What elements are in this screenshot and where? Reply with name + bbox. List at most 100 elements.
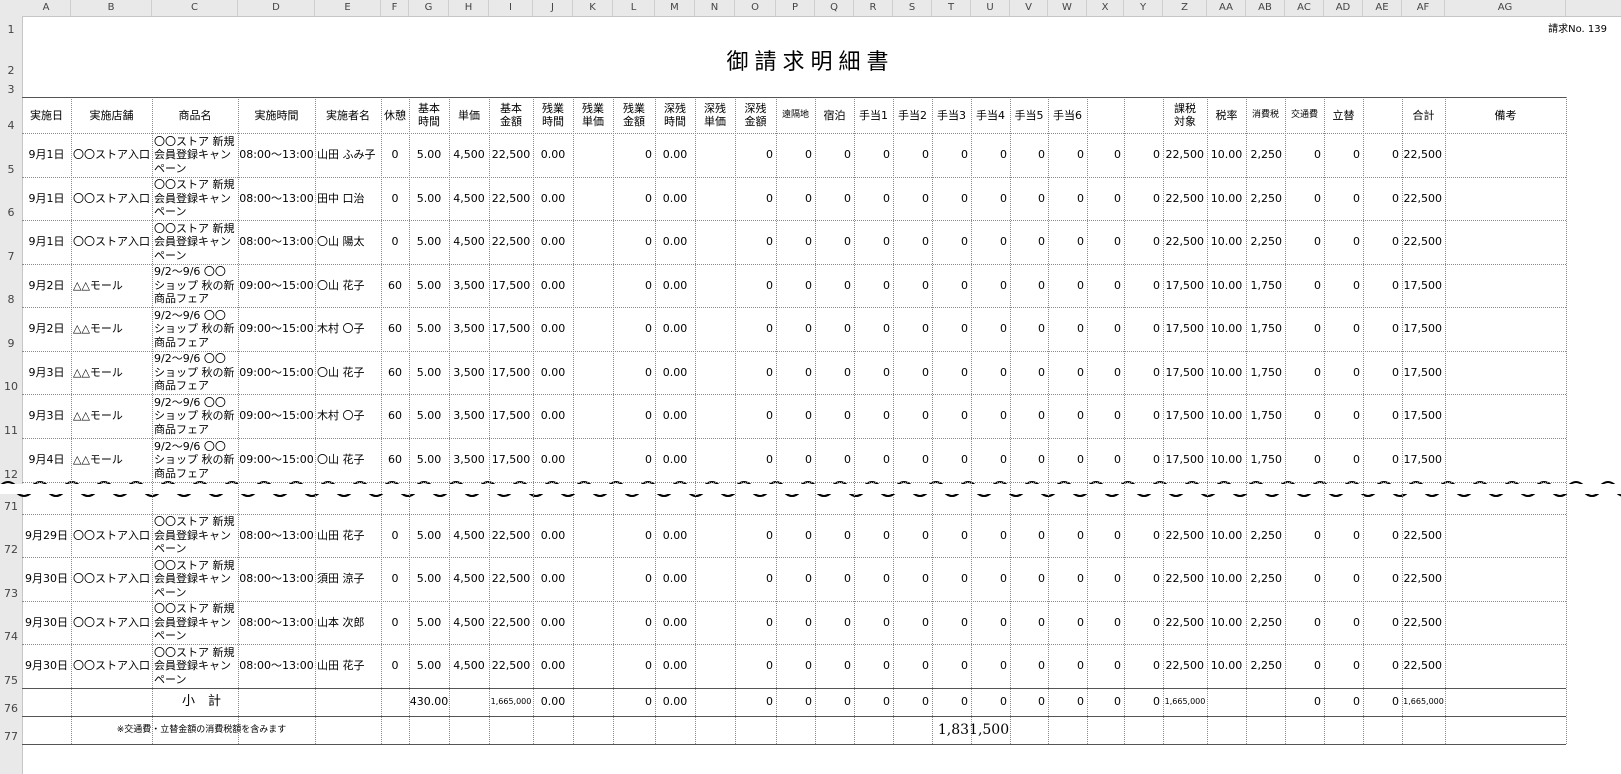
amount-cell[interactable]: 0: [893, 133, 932, 177]
tax-rate-cell[interactable]: 10.00: [1207, 394, 1246, 438]
advance-cell[interactable]: 0: [1324, 557, 1363, 601]
advance-cell[interactable]: 0: [1324, 394, 1363, 438]
amount-cell[interactable]: 0: [776, 394, 815, 438]
advance-cell[interactable]: 0: [1324, 133, 1363, 177]
amount-cell[interactable]: 0: [1010, 307, 1048, 351]
row-number-9[interactable]: 9: [0, 337, 22, 350]
header-unit-price[interactable]: 単価: [449, 97, 489, 133]
subtotal-taxable[interactable]: 1,665,000: [1163, 688, 1207, 716]
amount-cell[interactable]: 0: [1010, 557, 1048, 601]
advance-cell[interactable]: 0: [1324, 177, 1363, 220]
ot-hours-cell[interactable]: 0.00: [533, 220, 573, 264]
night-hours-cell[interactable]: 0.00: [655, 220, 695, 264]
hours-cell[interactable]: 5.00: [409, 307, 449, 351]
amount-cell[interactable]: 0: [1048, 601, 1087, 644]
subtotal-transport[interactable]: 0: [1285, 688, 1324, 716]
column-letter-g[interactable]: G: [409, 0, 449, 16]
store-cell[interactable]: 〇〇ストア入口: [71, 644, 152, 688]
price-cell[interactable]: 4,500: [449, 557, 489, 601]
column-letter-e[interactable]: E: [315, 0, 381, 16]
header-remote[interactable]: 遠隔地: [776, 97, 815, 133]
amount-cell[interactable]: 0: [1087, 438, 1124, 482]
ot-hours-cell[interactable]: 0.00: [533, 601, 573, 644]
column-letter-h[interactable]: H: [449, 0, 489, 16]
advance-cell[interactable]: 0: [1324, 644, 1363, 688]
amount-cell[interactable]: 0: [971, 177, 1010, 220]
tax-cell[interactable]: 2,250: [1246, 601, 1285, 644]
amount-cell[interactable]: 0: [1048, 220, 1087, 264]
base-amount-cell[interactable]: 17,500: [489, 438, 533, 482]
header-night-amount[interactable]: 深残 金額: [735, 97, 776, 133]
rest-cell[interactable]: 0: [381, 601, 409, 644]
amount-cell[interactable]: 0: [971, 601, 1010, 644]
store-cell[interactable]: △△モール: [71, 307, 152, 351]
amount-cell[interactable]: 0: [893, 438, 932, 482]
amount-cell[interactable]: 0: [971, 514, 1010, 557]
extra-cell[interactable]: 0: [1363, 557, 1402, 601]
time-cell[interactable]: 09:00〜15:00: [238, 394, 315, 438]
base-amount-cell[interactable]: 22,500: [489, 557, 533, 601]
amount-cell[interactable]: 0: [815, 307, 854, 351]
taxable-cell[interactable]: 17,500: [1163, 394, 1207, 438]
amount-cell[interactable]: 0: [1048, 394, 1087, 438]
date-cell[interactable]: 9月30日: [22, 557, 71, 601]
amount-cell[interactable]: 0: [1048, 557, 1087, 601]
amount-cell[interactable]: 0: [735, 438, 776, 482]
store-cell[interactable]: 〇〇ストア入口: [71, 514, 152, 557]
subtotal-ot-amount[interactable]: 0: [613, 688, 655, 716]
amount-cell[interactable]: 0: [1087, 133, 1124, 177]
header-consumption-tax[interactable]: 消費税: [1246, 97, 1285, 133]
taxable-cell[interactable]: 17,500: [1163, 438, 1207, 482]
price-cell[interactable]: 4,500: [449, 177, 489, 220]
advance-cell[interactable]: 0: [1324, 220, 1363, 264]
ot-amount-cell[interactable]: 0: [613, 351, 655, 394]
amount-cell[interactable]: 0: [1010, 351, 1048, 394]
ot-amount-cell[interactable]: 0: [613, 438, 655, 482]
header-ot-hours[interactable]: 残業 時間: [533, 97, 573, 133]
amount-cell[interactable]: 0: [735, 601, 776, 644]
product-cell[interactable]: 9/2〜9/6 〇〇 ショップ 秋の新 商品フェア: [152, 264, 238, 307]
header-store[interactable]: 実施店舗: [71, 97, 152, 133]
header-notes[interactable]: 備考: [1445, 97, 1566, 133]
header-base-amount[interactable]: 基本 金額: [489, 97, 533, 133]
rest-cell[interactable]: 60: [381, 394, 409, 438]
amount-cell[interactable]: 0: [854, 351, 893, 394]
column-letter-m[interactable]: M: [655, 0, 695, 16]
ot-hours-cell[interactable]: 0.00: [533, 514, 573, 557]
transport-cell[interactable]: 0: [1285, 220, 1324, 264]
taxable-cell[interactable]: 22,500: [1163, 133, 1207, 177]
row-number-3[interactable]: 3: [0, 83, 22, 96]
extra-cell[interactable]: 0: [1363, 264, 1402, 307]
product-cell[interactable]: 〇〇ストア 新規 会員登録キャン ペーン: [152, 557, 238, 601]
store-cell[interactable]: △△モール: [71, 394, 152, 438]
date-cell[interactable]: 9月29日: [22, 514, 71, 557]
column-letter-r[interactable]: R: [854, 0, 893, 16]
base-amount-cell[interactable]: 22,500: [489, 177, 533, 220]
amount-cell[interactable]: 0: [932, 307, 971, 351]
hours-cell[interactable]: 5.00: [409, 557, 449, 601]
tax-rate-cell[interactable]: 10.00: [1207, 557, 1246, 601]
amount-cell[interactable]: 0: [854, 220, 893, 264]
ot-hours-cell[interactable]: 0.00: [533, 264, 573, 307]
time-cell[interactable]: 09:00〜15:00: [238, 351, 315, 394]
tax-rate-cell[interactable]: 10.00: [1207, 133, 1246, 177]
taxable-cell[interactable]: 22,500: [1163, 644, 1207, 688]
ot-hours-cell[interactable]: 0.00: [533, 133, 573, 177]
advance-cell[interactable]: 0: [1324, 601, 1363, 644]
header-taxable[interactable]: 課税 対象: [1163, 97, 1207, 133]
person-cell[interactable]: 木村 〇子: [315, 394, 381, 438]
column-letter-af[interactable]: AF: [1402, 0, 1445, 16]
hours-cell[interactable]: 5.00: [409, 601, 449, 644]
amount-cell[interactable]: 0: [1087, 644, 1124, 688]
date-cell[interactable]: 9月2日: [22, 307, 71, 351]
row-number-72[interactable]: 72: [0, 543, 22, 556]
column-letter-y[interactable]: Y: [1124, 0, 1163, 16]
price-cell[interactable]: 4,500: [449, 514, 489, 557]
row-number-75[interactable]: 75: [0, 674, 22, 687]
product-cell[interactable]: 〇〇ストア 新規 会員登録キャン ペーン: [152, 220, 238, 264]
ot-amount-cell[interactable]: 0: [613, 514, 655, 557]
subtotal-amount[interactable]: 0: [815, 688, 854, 716]
header-lodging[interactable]: 宿泊: [815, 97, 854, 133]
amount-cell[interactable]: 0: [932, 133, 971, 177]
total-cell[interactable]: 22,500: [1402, 177, 1445, 220]
